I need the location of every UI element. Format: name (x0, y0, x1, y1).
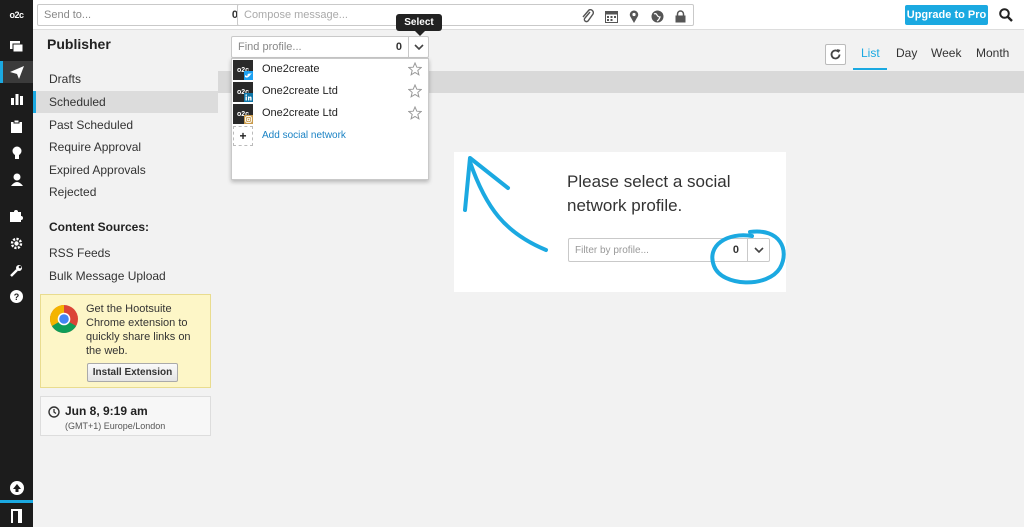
location-pin-icon[interactable] (625, 7, 643, 25)
profile-option[interactable]: o2c One2create (232, 59, 428, 81)
help-icon[interactable]: ? (0, 285, 33, 307)
filter-by-profile-field[interactable]: Filter by profile... 0 (568, 238, 770, 262)
instagram-icon (244, 115, 253, 124)
current-time-box: Jun 8, 9:19 am (GMT+1) Europe/London (40, 396, 211, 436)
select-tooltip: Select (396, 14, 442, 36)
chevron-down-icon[interactable] (747, 239, 769, 261)
tab-day[interactable]: Day (896, 46, 917, 60)
sidebar-item-require-approval[interactable]: Require Approval (33, 136, 218, 158)
empty-state-card: Please select a social network profile. … (454, 152, 786, 292)
chrome-promo-text: Get the Hootsuite Chrome extension to qu… (86, 303, 191, 357)
profile-name: One2create Ltd (262, 85, 338, 97)
empty-state-message: Please select a social network profile. (567, 172, 731, 215)
plus-icon: + (233, 126, 253, 146)
add-social-network-option[interactable]: + Add social network (232, 125, 428, 147)
twitter-icon (244, 71, 253, 80)
search-icon[interactable] (996, 5, 1016, 25)
add-social-network-link[interactable]: Add social network (262, 130, 346, 141)
filter-count: 0 (732, 244, 739, 256)
profile-name: One2create (262, 63, 320, 75)
sidebar-item-expired-approvals[interactable]: Expired Approvals (33, 159, 218, 181)
sidebar-item-rss-feeds[interactable]: RSS Feeds (33, 242, 218, 264)
chevron-down-icon[interactable] (408, 37, 428, 57)
globe-icon[interactable] (648, 7, 666, 25)
sidebar-item-bulk-message-upload[interactable]: Bulk Message Upload (33, 265, 218, 287)
tools-wrench-icon[interactable] (0, 259, 33, 281)
streams-icon[interactable] (0, 36, 33, 58)
current-time: Jun 8, 9:19 am (65, 404, 148, 418)
svg-text:?: ? (14, 292, 20, 302)
favorite-star-icon[interactable] (408, 62, 422, 76)
profile-dropdown: o2c One2create o2c One2create Ltd o2c On… (231, 58, 429, 180)
upload-arrow-icon[interactable] (0, 476, 33, 503)
profile-option[interactable]: o2c One2create Ltd (232, 81, 428, 103)
filter-placeholder: Filter by profile... (575, 245, 649, 256)
publisher-sidebar: Publisher Drafts Scheduled Past Schedule… (33, 30, 218, 527)
refresh-icon[interactable] (825, 44, 846, 65)
chrome-extension-promo: Get the Hootsuite Chrome extension to qu… (40, 294, 211, 388)
active-tab-indicator (853, 68, 887, 70)
profile-count: 0 (395, 41, 402, 53)
sidebar-item-rejected[interactable]: Rejected (33, 181, 218, 203)
contacts-icon[interactable] (0, 168, 33, 190)
avatar: o2c (233, 60, 253, 80)
favorite-star-icon[interactable] (408, 84, 422, 98)
send-to-field[interactable]: Send to... 0 (37, 4, 267, 26)
content-sources-heading: Content Sources: (49, 220, 150, 234)
app-rail: o2c ? (0, 0, 33, 527)
page-title: Publisher (47, 36, 111, 52)
profile-name: One2create Ltd (262, 107, 338, 119)
analytics-icon[interactable] (0, 88, 33, 110)
calendar-icon[interactable] (602, 7, 620, 25)
lock-icon[interactable] (671, 7, 689, 25)
app-logo[interactable]: o2c (0, 0, 33, 30)
top-bar: Send to... 0 Compose message... Upgrade (33, 0, 1024, 30)
apps-puzzle-icon[interactable] (0, 204, 33, 226)
compose-placeholder: Compose message... (244, 9, 348, 21)
compose-tools (579, 7, 689, 25)
install-extension-button[interactable]: Install Extension (87, 363, 178, 382)
sidebar-item-past-scheduled[interactable]: Past Scheduled (33, 114, 218, 136)
tab-list[interactable]: List (861, 46, 880, 60)
sidebar-item-scheduled[interactable]: Scheduled (33, 91, 218, 113)
upgrade-to-pro-button[interactable]: Upgrade to Pro (905, 5, 988, 25)
campaigns-icon[interactable] (0, 141, 33, 163)
settings-gear-icon[interactable] (0, 232, 33, 254)
clock-icon (48, 406, 60, 418)
avatar: o2c (233, 82, 253, 102)
avatar: o2c (233, 104, 253, 124)
compose-message-field[interactable]: Compose message... (237, 4, 694, 26)
profile-option[interactable]: o2c One2create Ltd (232, 103, 428, 125)
send-to-placeholder: Send to... (44, 9, 92, 21)
sidebar-item-drafts[interactable]: Drafts (33, 68, 218, 90)
find-profile-input[interactable]: Find profile... 0 (231, 36, 429, 58)
assignments-icon[interactable] (0, 115, 33, 137)
tab-week[interactable]: Week (931, 46, 961, 60)
time-zone: (GMT+1) Europe/London (65, 421, 166, 431)
logout-door-icon[interactable] (0, 505, 33, 527)
linkedin-icon (244, 93, 253, 102)
tab-month[interactable]: Month (976, 46, 1009, 60)
chrome-logo-icon (50, 305, 78, 333)
favorite-star-icon[interactable] (408, 106, 422, 120)
find-profile-placeholder: Find profile... (238, 41, 302, 53)
attachment-paperclip-icon[interactable] (579, 7, 597, 25)
publisher-icon[interactable] (0, 61, 33, 83)
